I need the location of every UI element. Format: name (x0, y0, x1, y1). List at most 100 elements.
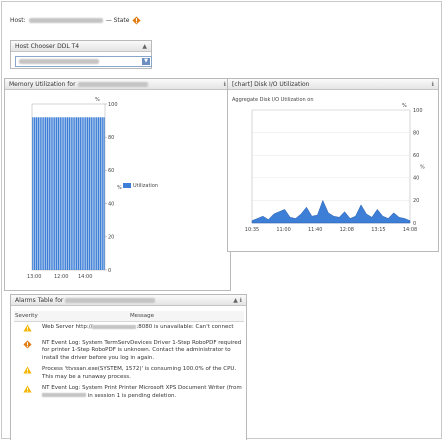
severity-cell (14, 338, 40, 365)
host-header: Host: — State (10, 14, 142, 26)
bar (88, 117, 91, 270)
y-tick-label: 20 (413, 198, 419, 204)
bar (46, 117, 49, 270)
x-tick-label: 11:40 (308, 227, 322, 233)
state-warning-icon (132, 15, 142, 25)
x-tick-label: 14:00 (78, 274, 92, 280)
plot-area (251, 109, 411, 224)
bar (68, 117, 71, 270)
warning-icon (22, 324, 32, 332)
state-label: — State (105, 16, 130, 24)
bar (77, 117, 80, 270)
y-axis-unit-label: % (402, 103, 407, 109)
message-cell: NT Event Log: System TermServDevices Dri… (42, 339, 242, 361)
host-redacted (92, 324, 137, 329)
error-icon (22, 339, 32, 349)
warning-icon (22, 385, 32, 393)
bar (50, 117, 52, 270)
bar (72, 117, 74, 270)
bar (59, 117, 61, 270)
bar (63, 117, 65, 270)
table-row[interactable]: Process 'ttvssan.exe(SYSTEM, 1572)' is c… (14, 364, 244, 383)
x-tick-label: 14:08 (403, 227, 417, 233)
host-redacted (42, 393, 86, 397)
y-tick-label: 20 (108, 235, 114, 241)
table-row[interactable]: NT Event Log: System TermServDevices Dri… (14, 338, 244, 365)
alarms-table-header: Severity Message (14, 311, 244, 322)
severity-cell (14, 383, 40, 402)
bar (99, 117, 102, 270)
bar (103, 117, 105, 270)
bar (41, 117, 43, 270)
y-tick-label: 40 (413, 176, 419, 182)
memory-panel-title: Memory Utilization for (9, 80, 76, 88)
bar (96, 117, 98, 270)
alarms-table: Severity Message Web Server http://:8080… (14, 311, 244, 402)
bar (101, 117, 103, 270)
disk-io-panel: [chart] Disk I/O Utilization ℹ Aggregate… (227, 78, 439, 252)
bar (94, 117, 96, 270)
x-tick-label: 10:35 (245, 227, 259, 233)
x-tick-label: 11:00 (276, 227, 290, 233)
host-label: Host: (10, 16, 26, 24)
panel-info-icon[interactable]: ℹ (224, 81, 226, 88)
bar (81, 117, 83, 270)
bar (57, 117, 60, 270)
message-cell: NT Event Log: System Print Printer Micro… (42, 385, 242, 399)
host-chooser-header: Host Chooser DDL T4 ▲ (11, 41, 151, 52)
bar (90, 117, 92, 270)
disk-io-chart: Aggregate Disk I/O Utilization on 0 20 40 60… (232, 97, 425, 233)
collapse-icon[interactable]: ▲ (142, 43, 147, 50)
x-tick-label: 13:00 (27, 274, 41, 280)
bar (43, 117, 45, 270)
y-tick-label: 100 (108, 102, 118, 108)
bar (92, 117, 94, 270)
bar (65, 117, 67, 270)
y-tick-label: 80 (108, 135, 114, 141)
y-tick-label: 100 (413, 108, 423, 114)
y-axis-label: % (420, 165, 425, 171)
bar (86, 117, 89, 270)
alarms-panel-header: Alarms Table for ▲ ℹ (11, 295, 246, 306)
panel-menu-icon[interactable]: ▲ ℹ (233, 297, 242, 304)
selected-host-redacted (19, 59, 99, 64)
x-tick-label: 12:08 (340, 227, 354, 233)
disk-io-panel-title: [chart] Disk I/O Utilization (232, 80, 310, 88)
bar (85, 117, 87, 270)
host-name-redacted (28, 17, 103, 23)
memory-panel-header: Memory Utilization for ℹ (5, 79, 230, 90)
table-row[interactable]: NT Event Log: System Print Printer Micro… (14, 383, 244, 402)
alarms-host-redacted (65, 297, 156, 303)
message-cell: Web Server http://:8080 is unavailable: … (42, 324, 234, 330)
chart-subtitle: Aggregate Disk I/O Utilization on (232, 97, 314, 103)
host-chooser-title: Host Chooser DDL T4 (15, 42, 80, 50)
bar (54, 117, 56, 270)
legend-swatch (123, 183, 131, 188)
y-tick-label: 60 (108, 168, 114, 174)
bar (76, 117, 78, 270)
bar (34, 117, 36, 270)
severity-cell (14, 364, 40, 383)
host-chooser-select[interactable]: ▼ (15, 56, 152, 67)
x-tick-label: 12:00 (54, 274, 68, 280)
y-tick-label: 40 (108, 201, 114, 207)
bar (70, 117, 72, 270)
warning-icon (22, 366, 32, 374)
column-header-message[interactable]: Message (40, 311, 244, 322)
panel-info-icon[interactable]: ℹ (432, 81, 434, 88)
bar (35, 117, 38, 270)
column-header-severity[interactable]: Severity (14, 311, 40, 322)
memory-chart: 0 20 40 60 80 100%% 13:00 12:00 14:00 Utilization (27, 97, 158, 280)
bar (44, 117, 47, 270)
bar (32, 117, 34, 270)
alarms-panel-title: Alarms Table for (15, 296, 64, 304)
chevron-down-icon[interactable]: ▼ (142, 58, 150, 65)
bar (97, 117, 100, 270)
bar (79, 117, 81, 270)
bar (61, 117, 63, 270)
memory-host-redacted (77, 81, 148, 87)
host-chooser-panel: Host Chooser DDL T4 ▲ ▼ (10, 40, 152, 69)
bar (37, 117, 39, 270)
severity-cell (14, 322, 40, 338)
table-row[interactable]: Web Server http://:8080 is unavailable: … (14, 322, 244, 338)
